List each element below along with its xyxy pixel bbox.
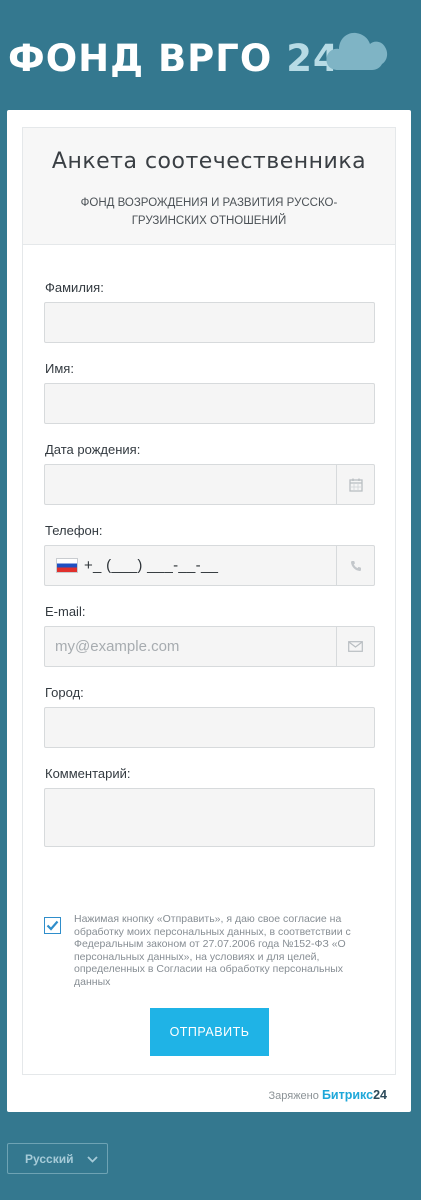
phone-field[interactable]: +_ (___) ___-__-__ (44, 545, 375, 586)
submit-button[interactable]: ОТПРАВИТЬ (150, 1008, 269, 1056)
consent-checkbox[interactable] (44, 917, 61, 934)
chevron-down-icon (87, 1156, 98, 1163)
cloud-icon (326, 32, 388, 70)
email-label: E-mail: (45, 604, 86, 619)
language-select[interactable]: Русский (7, 1143, 108, 1174)
email-field[interactable] (44, 626, 375, 667)
bitrix-brand: Битрикс (321, 1088, 374, 1102)
lastname-input[interactable] (45, 303, 345, 342)
russia-flag-icon[interactable] (56, 558, 78, 573)
phone-label: Телефон: (45, 523, 103, 538)
birthdate-field[interactable] (44, 464, 375, 505)
lastname-label: Фамилия: (45, 280, 104, 295)
form-header: Анкета соотечественника ФОНД ВОЗРОЖДЕНИЯ… (23, 128, 395, 245)
city-field[interactable] (44, 707, 375, 748)
calendar-button[interactable] (336, 465, 374, 504)
form-subtitle: ФОНД ВОЗРОЖДЕНИЯ И РАЗВИТИЯ РУССКО-ГРУЗИ… (80, 197, 338, 227)
firstname-label: Имя: (45, 361, 74, 376)
phone-icon (350, 560, 361, 571)
powered-by[interactable]: Заряжено Битрикс24 (268, 1088, 387, 1102)
lastname-field[interactable] (44, 302, 375, 343)
firstname-input[interactable] (45, 384, 345, 423)
comment-field[interactable] (44, 788, 375, 847)
city-input[interactable] (45, 708, 345, 747)
form-title: Анкета соотечественника (51, 149, 367, 174)
form-card: Анкета соотечественника ФОНД ВОЗРОЖДЕНИЯ… (22, 127, 396, 1075)
envelope-icon (348, 641, 363, 652)
birthdate-label: Дата рождения: (45, 442, 141, 457)
calendar-icon (348, 478, 363, 492)
powered-prefix: Заряжено (268, 1090, 319, 1102)
bitrix-brand-number: 24 (373, 1088, 387, 1102)
comment-label: Комментарий: (45, 766, 131, 781)
birthdate-input[interactable] (45, 465, 345, 504)
language-label: Русский (25, 1152, 74, 1166)
form-panel: Анкета соотечественника ФОНД ВОЗРОЖДЕНИЯ… (7, 110, 411, 1112)
firstname-field[interactable] (44, 383, 375, 424)
page-header: ФОНД ВРГО 24 (0, 0, 421, 108)
phone-input[interactable]: +_ (___) ___-__-__ (84, 557, 218, 574)
city-label: Город: (45, 685, 84, 700)
site-logo[interactable]: ФОНД ВРГО 24 (8, 40, 340, 77)
email-addon (336, 627, 374, 666)
comment-textarea[interactable] (45, 789, 375, 846)
email-input[interactable] (45, 627, 345, 666)
checkmark-icon (46, 920, 59, 931)
consent-text: Нажимая кнопку «Отправить», я даю свое с… (74, 913, 351, 988)
phone-addon (336, 546, 374, 585)
logo-text: ФОНД ВРГО (8, 37, 273, 80)
